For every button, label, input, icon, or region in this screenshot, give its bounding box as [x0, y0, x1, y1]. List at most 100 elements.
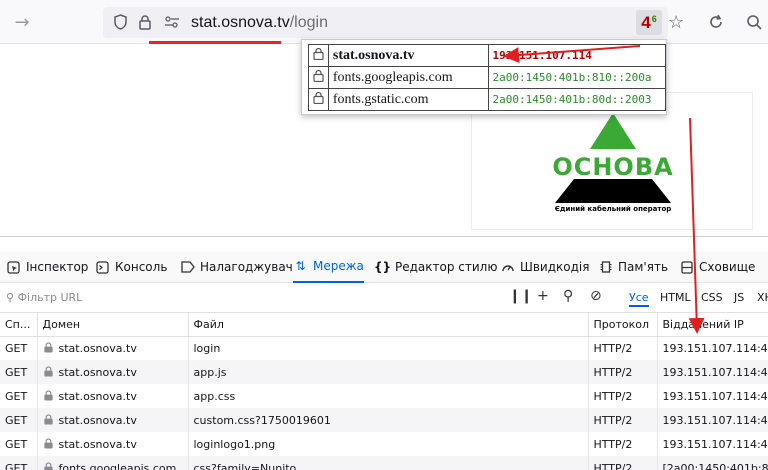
cell-domain-text: stat.osnova.tv [58, 365, 137, 379]
cell-domain: fonts.googleapis.com [37, 456, 189, 470]
tab-memory[interactable]: Пам'ять [598, 251, 668, 283]
reload-icon[interactable] [702, 8, 730, 36]
cell-protocol: HTTP/2 [588, 384, 658, 408]
lock-icon [43, 461, 59, 470]
column-method[interactable]: Сп... [0, 313, 38, 337]
tab-label: Мережа [313, 259, 364, 273]
cell-method-text: GET [5, 413, 28, 427]
browser-toolbar: → stat.osnova.tv/login 46 ☆ [0, 0, 768, 44]
cell-remote-ip: 193.151.107.114:443 [657, 432, 768, 456]
filter-url-input[interactable]: ⚲ Фільтр URL [6, 291, 82, 304]
search-icon[interactable] [740, 8, 768, 36]
tab-label: Пам'ять [618, 260, 669, 274]
table-row[interactable]: GET stat.osnova.tv app.css HTTP/2 193.151.10… [0, 384, 768, 408]
tab-label: Редактор стилю [395, 260, 498, 274]
permissions-icon[interactable] [163, 13, 181, 31]
lock-icon[interactable] [136, 13, 154, 31]
popup-host: fonts.gstatic.com [327, 88, 489, 111]
tab-label: Інспектор [26, 260, 89, 274]
cell-domain-text: stat.osnova.tv [58, 389, 137, 403]
tab-label: Швидкодія [520, 260, 590, 274]
column-file[interactable]: Файл [188, 313, 589, 337]
inspector-icon [6, 260, 21, 275]
pause-icon[interactable]: ❙❙ [509, 288, 532, 304]
popup-ip: 2a00:1450:401b:810::200a [487, 66, 667, 89]
tab-style-editor[interactable]: {} Редактор стилю [373, 251, 498, 283]
cell-file: app.js [188, 360, 589, 384]
cell-protocol: HTTP/2 [588, 456, 658, 470]
column-domain[interactable]: Домен [37, 313, 189, 337]
filter-placeholder: Фільтр URL [17, 291, 83, 304]
cell-protocol: HTTP/2 [588, 360, 658, 384]
cell-domain-text: fonts.googleapis.com [58, 461, 177, 470]
cell-file-text: login [193, 341, 221, 355]
cell-file: login [188, 336, 589, 360]
table-row[interactable]: GET fonts.googleapis.com css?family=Nunito… [0, 456, 768, 470]
column-remote-ip[interactable]: Віддалений IP [657, 313, 768, 337]
table-row[interactable]: GET stat.osnova.tv loginlogo1.png HTTP/2 193… [0, 432, 768, 456]
filter-type-css[interactable]: CSS [701, 291, 723, 304]
cell-method: GET [0, 408, 38, 432]
address-bar[interactable]: stat.osnova.tv/login 46 ☆ [103, 7, 684, 38]
popup-row[interactable]: fonts.gstatic.com 2a00:1450:401b:80d::20… [308, 88, 667, 111]
tab-performance[interactable]: Швидкодія [500, 251, 589, 283]
cell-domain: stat.osnova.tv [37, 384, 189, 408]
cell-domain: stat.osnova.tv [37, 336, 189, 360]
add-icon[interactable]: + [537, 288, 549, 304]
filter-type-all[interactable]: Усе [629, 291, 649, 307]
style-editor-icon: {} [373, 260, 392, 274]
tab-inspector[interactable]: Інспектор [6, 251, 88, 283]
popup-ip: 2a00:1450:401b:80d::2003 [487, 88, 667, 111]
lock-icon [43, 437, 59, 451]
ip-extension-badge[interactable]: 46 [636, 10, 662, 35]
table-row[interactable]: GET stat.osnova.tv app.js HTTP/2 193.151.107… [0, 360, 768, 384]
forward-arrow-icon[interactable]: → [8, 8, 36, 36]
block-icon[interactable]: ⊘ [590, 288, 602, 304]
popup-ip: 193.151.107.114 [487, 44, 667, 67]
filter-type-xhr[interactable]: XH [757, 291, 768, 304]
lock-icon [308, 66, 329, 89]
cell-remote-ip: 193.151.107.114:443 [657, 360, 768, 384]
filter-type-html[interactable]: HTML [660, 291, 691, 304]
lock-icon [308, 88, 329, 111]
network-filter-bar: ⚲ Фільтр URL ❙❙ + ⚲ ⊘ Усе HTML CSS JS XH [0, 283, 768, 313]
annotation-underline [149, 41, 281, 44]
debugger-icon [180, 260, 195, 275]
filter-type-js[interactable]: JS [734, 291, 744, 304]
table-row[interactable]: GET stat.osnova.tv login HTTP/2 193.151.107.… [0, 336, 768, 360]
logo-tagline: Єдиний кабельний оператор [555, 205, 672, 213]
tab-network[interactable]: ⇅ Мережа [293, 251, 364, 283]
lock-icon [308, 44, 329, 67]
cell-domain-text: stat.osnova.tv [58, 413, 137, 427]
cell-protocol-text: HTTP/2 [593, 437, 633, 451]
cell-domain-text: stat.osnova.tv [58, 341, 137, 355]
table-row[interactable]: GET stat.osnova.tv custom.css?1750019601 HT… [0, 408, 768, 432]
lock-icon [43, 365, 59, 379]
tab-debugger[interactable]: Налагоджувач [180, 251, 293, 283]
cell-remote-ip-text: 193.151.107.114:443 [662, 437, 768, 451]
cell-file: app.css [188, 384, 589, 408]
tab-console[interactable]: Консоль [95, 251, 167, 283]
shield-icon[interactable] [111, 13, 129, 31]
column-protocol[interactable]: Протокол [588, 313, 658, 337]
popup-row[interactable]: stat.osnova.tv 193.151.107.114 [308, 44, 667, 67]
url-text[interactable]: stat.osnova.tv/login [191, 14, 328, 32]
cell-file-text: loginlogo1.png [193, 437, 276, 451]
cell-method-text: GET [5, 341, 28, 355]
cell-domain: stat.osnova.tv [37, 408, 189, 432]
search-icon[interactable]: ⚲ [563, 288, 573, 304]
ip-info-table: stat.osnova.tv 193.151.107.114 fonts.goo… [308, 44, 667, 111]
logo-name: ОСНОВА [552, 153, 673, 181]
cell-remote-ip-text: 193.151.107.114:443 [662, 413, 768, 427]
cell-file: css?family=Nunito [188, 456, 589, 470]
popup-row[interactable]: fonts.googleapis.com 2a00:1450:401b:810:… [308, 66, 667, 89]
cell-remote-ip-text: 193.151.107.114:443 [662, 389, 768, 403]
network-icon: ⇅ [295, 259, 306, 273]
popup-host: fonts.googleapis.com [327, 66, 489, 89]
cell-protocol: HTTP/2 [588, 408, 658, 432]
tab-storage[interactable]: Сховище [679, 251, 755, 283]
cell-method-text: GET [5, 437, 28, 451]
cell-domain: stat.osnova.tv [37, 360, 189, 384]
bookmark-star-icon[interactable]: ☆ [668, 12, 684, 33]
cell-method: GET [0, 360, 38, 384]
